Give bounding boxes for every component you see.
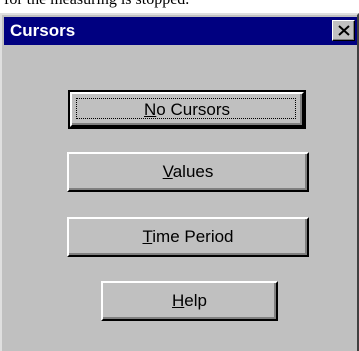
values-button[interactable]: Values: [67, 152, 309, 192]
window-title: Cursors: [10, 21, 76, 40]
title-bar[interactable]: Cursors: [4, 17, 357, 45]
time-period-label: Time Period: [142, 227, 234, 246]
help-label: Help: [172, 291, 207, 310]
background-document-text: for the measuring is stopped.: [4, 0, 359, 9]
time-period-button[interactable]: Time Period: [67, 217, 309, 257]
values-label: Values: [162, 162, 214, 181]
no-cursors-label: No Cursors: [144, 99, 230, 119]
close-button[interactable]: [332, 20, 355, 41]
no-cursors-button[interactable]: No Cursors: [68, 90, 306, 129]
help-button[interactable]: Help: [101, 281, 278, 321]
close-icon: [337, 25, 350, 36]
